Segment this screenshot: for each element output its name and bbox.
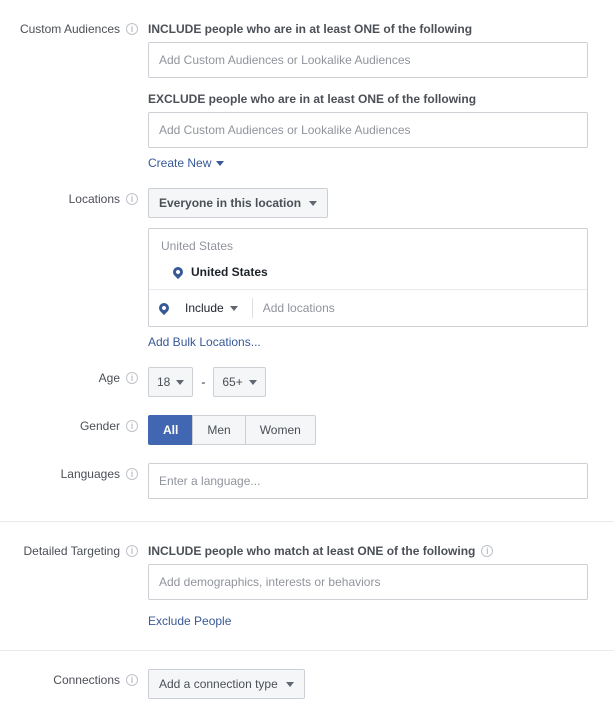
include-custom-audiences-input[interactable] (148, 42, 588, 78)
languages-label: Languages (61, 467, 120, 481)
add-connection-type-label: Add a connection type (159, 677, 278, 691)
age-separator: - (201, 375, 205, 389)
chevron-down-icon (230, 306, 238, 311)
custom-audiences-label: Custom Audiences (20, 22, 120, 36)
chevron-down-icon (249, 380, 257, 385)
location-item-label: United States (191, 265, 268, 279)
include-header: INCLUDE people who are in at least ONE o… (148, 22, 602, 36)
gender-label: Gender (80, 419, 120, 433)
exclude-custom-audiences-input[interactable] (148, 112, 588, 148)
divider (252, 298, 253, 318)
exclude-people-link[interactable]: Exclude People (148, 614, 231, 628)
exclude-header: EXCLUDE people who are in at least ONE o… (148, 92, 602, 106)
chevron-down-icon (176, 380, 184, 385)
age-label: Age (99, 371, 120, 385)
connections-label: Connections (53, 673, 120, 687)
add-connection-type-dropdown[interactable]: Add a connection type (148, 669, 305, 699)
info-icon[interactable]: i (126, 193, 138, 205)
locations-label: Locations (69, 192, 120, 206)
detailed-targeting-label: Detailed Targeting (23, 544, 120, 558)
location-scope-label: Everyone in this location (159, 196, 301, 210)
add-bulk-locations-link[interactable]: Add Bulk Locations... (148, 335, 261, 349)
add-locations-input[interactable] (259, 294, 581, 322)
languages-input[interactable] (148, 463, 588, 499)
age-max-dropdown[interactable]: 65+ (213, 367, 265, 397)
info-icon[interactable]: i (126, 545, 138, 557)
info-icon[interactable]: i (126, 674, 138, 686)
age-min-value: 18 (157, 375, 170, 389)
info-icon[interactable]: i (481, 545, 493, 557)
gender-option-men[interactable]: Men (192, 415, 245, 445)
chevron-down-icon (309, 201, 317, 206)
gender-segmented: All Men Women (148, 415, 316, 445)
create-new-link[interactable]: Create New (148, 156, 224, 170)
gender-option-women[interactable]: Women (245, 415, 316, 445)
location-include-mode[interactable]: Include (177, 294, 246, 322)
detailed-include-header: INCLUDE people who match at least ONE of… (148, 544, 475, 558)
age-max-value: 65+ (222, 375, 242, 389)
location-scope-dropdown[interactable]: Everyone in this location (148, 188, 328, 218)
chevron-down-icon (216, 161, 224, 166)
locations-group-head: United States (149, 229, 587, 259)
location-pin-icon (171, 265, 185, 279)
info-icon[interactable]: i (126, 420, 138, 432)
locations-box: United States United States Include (148, 228, 588, 327)
create-new-label: Create New (148, 156, 211, 170)
detailed-targeting-input[interactable] (148, 564, 588, 600)
location-item[interactable]: United States (149, 259, 587, 289)
include-mode-label: Include (185, 301, 224, 315)
location-pin-icon (157, 301, 171, 315)
gender-option-all[interactable]: All (148, 415, 193, 445)
info-icon[interactable]: i (126, 372, 138, 384)
info-icon[interactable]: i (126, 23, 138, 35)
age-min-dropdown[interactable]: 18 (148, 367, 193, 397)
info-icon[interactable]: i (126, 468, 138, 480)
